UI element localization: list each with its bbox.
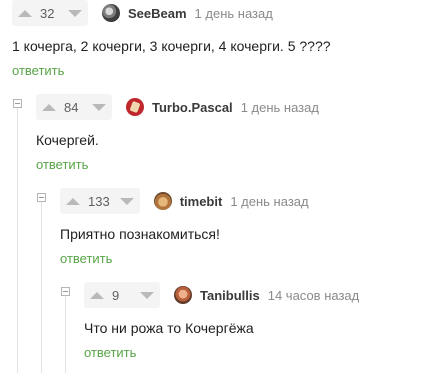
- reply-link[interactable]: ответить: [12, 63, 331, 78]
- downvote-arrow-icon[interactable]: [92, 103, 106, 111]
- upvote-arrow-icon[interactable]: [42, 103, 56, 111]
- comment-text: 1 кочерга, 2 кочерги, 3 кочерги, 4 кочер…: [12, 38, 331, 54]
- upvote-arrow-icon[interactable]: [18, 9, 32, 17]
- user-avatar-icon[interactable]: [153, 192, 172, 210]
- collapse-button-level-3[interactable]: [61, 287, 70, 296]
- thread-line-level-1: [17, 103, 18, 373]
- rating-control: 9: [84, 282, 160, 308]
- comment-time[interactable]: 14 часов назад: [268, 288, 360, 303]
- reply-link[interactable]: ответить: [36, 157, 319, 172]
- comments-thread: 32 SeeBeam 1 день назад 1 кочерга, 2 коч…: [0, 0, 441, 373]
- comment: 32 SeeBeam 1 день назад 1 кочерга, 2 коч…: [12, 0, 331, 78]
- comment-time[interactable]: 1 день назад: [195, 6, 273, 21]
- comment: 84 Turbo.Pascal 1 день назад Кочергей. о…: [36, 94, 319, 172]
- upvote-arrow-icon[interactable]: [66, 197, 80, 205]
- upvote-arrow-icon[interactable]: [90, 291, 104, 299]
- rating-count: 133: [88, 193, 110, 209]
- rating-count: 32: [40, 5, 55, 21]
- reply-link[interactable]: ответить: [84, 345, 359, 360]
- comment-header: 9 Tanibullis 14 часов назад: [84, 282, 359, 308]
- username[interactable]: Tanibullis: [200, 288, 260, 303]
- comment-text: Кочергей.: [36, 132, 99, 148]
- comment-time[interactable]: 1 день назад: [230, 194, 308, 209]
- username[interactable]: timebit: [180, 194, 223, 209]
- username[interactable]: Turbo.Pascal: [152, 100, 233, 115]
- username[interactable]: SeeBeam: [128, 6, 187, 21]
- comment-header: 133 timebit 1 день назад: [60, 188, 309, 214]
- collapse-button-level-2[interactable]: [37, 193, 46, 202]
- comment-text: Что ни рожа то Кочергёжа: [84, 320, 254, 336]
- downvote-arrow-icon[interactable]: [68, 9, 82, 17]
- user-avatar-icon[interactable]: [126, 98, 144, 116]
- downvote-arrow-icon[interactable]: [119, 197, 134, 205]
- comment: 9 Tanibullis 14 часов назад Что ни рожа …: [84, 282, 359, 360]
- rating-count: 9: [112, 287, 120, 303]
- user-avatar-icon[interactable]: [102, 4, 120, 22]
- comment-header: 84 Turbo.Pascal 1 день назад: [36, 94, 319, 120]
- downvote-arrow-icon[interactable]: [140, 291, 154, 299]
- thread-line-level-2: [41, 196, 42, 373]
- reply-link[interactable]: ответить: [60, 251, 309, 266]
- comment-time[interactable]: 1 день назад: [241, 100, 319, 115]
- rating-count: 84: [64, 99, 79, 115]
- comment-header: 32 SeeBeam 1 день назад: [12, 0, 331, 26]
- rating-control: 84: [36, 94, 112, 120]
- comment-text: Приятно познакомиться!: [60, 226, 220, 242]
- thread-line-level-3: [65, 290, 66, 373]
- rating-control: 32: [12, 0, 88, 26]
- comment: 133 timebit 1 день назад Приятно познако…: [60, 188, 309, 266]
- collapse-button-level-1[interactable]: [13, 99, 22, 108]
- user-avatar-icon[interactable]: [174, 286, 192, 304]
- rating-control: 133: [60, 188, 140, 214]
